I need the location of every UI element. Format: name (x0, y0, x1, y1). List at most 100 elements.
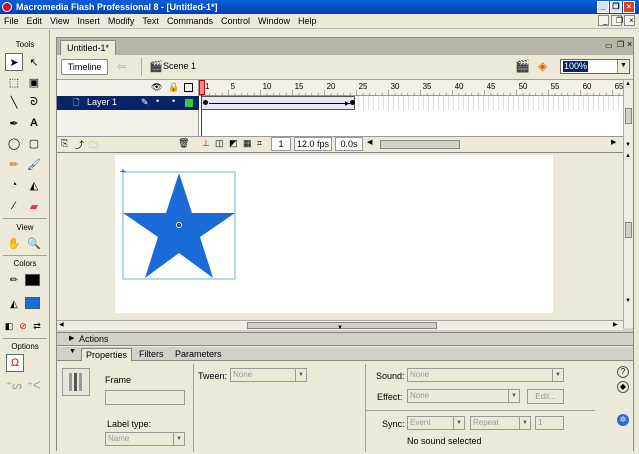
chevron-up-icon[interactable]: ▲ (625, 153, 631, 159)
ink-bottle-icon[interactable]: ◔ (5, 176, 23, 194)
collapse-arrow-icon[interactable]: ▼ (69, 348, 76, 355)
effect-select[interactable]: None ▼ (407, 389, 520, 403)
subselection-tool-icon[interactable]: ↖ (25, 53, 43, 71)
end-keyframe[interactable] (350, 100, 355, 105)
document-tab[interactable]: Untitled-1* (60, 40, 117, 55)
straighten-icon[interactable]: ⁺ᐸ (25, 376, 43, 394)
chevron-left-icon[interactable]: ◀ (59, 321, 64, 328)
doc-tile-icon[interactable]: ❐ (617, 40, 624, 49)
menu-window[interactable]: Window (254, 14, 294, 29)
doc-minimize-button[interactable]: _ (598, 15, 609, 26)
add-motion-guide-icon[interactable]: ⤴ (75, 138, 84, 151)
chevron-right-icon[interactable]: ▶ (613, 321, 618, 328)
frames-row[interactable]: ▶ (199, 96, 623, 110)
brush-tool-icon[interactable]: 🖌 (25, 155, 43, 173)
chevron-down-icon[interactable]: ▼ (625, 142, 631, 148)
minimize-button[interactable]: _ (597, 1, 609, 13)
help-icon[interactable]: ? (617, 366, 629, 378)
smooth-icon[interactable]: ⁺ᔕ (5, 376, 23, 394)
doc-close-button[interactable]: × (624, 15, 635, 26)
restore-button[interactable]: ❐ (610, 1, 622, 13)
tab-properties[interactable]: Properties (81, 348, 133, 361)
timeline-toggle-button[interactable]: Timeline (61, 59, 108, 75)
menu-edit[interactable]: Edit (23, 14, 47, 29)
line-tool-icon[interactable]: ╲ (5, 93, 23, 111)
no-color-icon[interactable]: ⊘ (17, 317, 29, 335)
selection-tool-icon[interactable]: ➤ (5, 53, 23, 71)
layer-row[interactable]: 🗋 Layer 1 ✎ • • (57, 96, 199, 110)
menu-control[interactable]: Control (217, 14, 254, 29)
back-arrow-icon[interactable]: ⇦ (117, 60, 126, 73)
panel-collapse-icon[interactable]: ▼ (337, 325, 343, 331)
sound-select[interactable]: None ▼ (407, 368, 564, 382)
text-tool-icon[interactable]: A (25, 114, 43, 132)
zoom-select[interactable]: 100% ▼ (560, 59, 630, 74)
doc-restore-icon[interactable]: ▭ (605, 41, 613, 50)
oval-tool-icon[interactable]: ◯ (5, 134, 23, 152)
onion-skin-icon[interactable]: ◫ (215, 138, 224, 149)
chevron-down-icon[interactable]: ▼ (625, 298, 631, 304)
outline-color-icon[interactable] (185, 99, 193, 107)
edit-symbols-icon[interactable]: ◈ (538, 59, 547, 73)
timeline-v-scrollbar[interactable]: ▲ ▼ (623, 80, 633, 152)
menu-help[interactable]: Help (294, 14, 321, 29)
menu-commands[interactable]: Commands (163, 14, 217, 29)
edit-scene-icon[interactable]: 🎬 (515, 59, 530, 73)
free-transform-icon[interactable]: ⬚ (5, 73, 23, 91)
stage-v-scrollbar[interactable]: ▲ ▼ (623, 152, 633, 328)
delete-layer-icon[interactable]: 🗑 (178, 138, 189, 149)
pen-tool-icon[interactable]: ✒ (5, 114, 23, 132)
zoom-tool-icon[interactable]: 🔍 (25, 234, 43, 252)
frame-label-input[interactable] (105, 390, 185, 405)
show-hide-eye-icon[interactable]: 👁 (151, 82, 162, 93)
swap-colors-icon[interactable]: ⇄ (31, 317, 43, 335)
visible-dot-icon[interactable]: • (156, 96, 159, 106)
sync-select[interactable]: Event ▼ (407, 416, 465, 430)
menu-insert[interactable]: Insert (73, 14, 104, 29)
frame-rate[interactable]: 12.0 fps (294, 137, 332, 151)
doc-close-icon[interactable]: × (627, 39, 632, 49)
scroll-right-icon[interactable]: ▶ (611, 138, 616, 146)
chevron-up-icon[interactable]: ▲ (625, 81, 631, 87)
menu-modify[interactable]: Modify (104, 14, 139, 29)
lock-dot-icon[interactable]: • (172, 96, 175, 106)
motion-tween-span[interactable]: ▶ (201, 96, 355, 110)
outline-icon[interactable] (184, 83, 193, 92)
menu-text[interactable]: Text (138, 14, 163, 29)
paint-bucket-icon[interactable]: ◭ (25, 176, 43, 194)
timeline-h-scroll-thumb[interactable] (380, 140, 460, 149)
black-white-icon[interactable]: ◧ (3, 317, 15, 335)
lasso-tool-icon[interactable]: ᘐ (25, 93, 43, 111)
stroke-color-swatch[interactable] (25, 274, 40, 286)
edit-sound-button[interactable]: Edit... (527, 389, 564, 404)
eyedropper-icon[interactable]: ⁄ (5, 197, 23, 215)
tab-parameters[interactable]: Parameters (171, 348, 226, 361)
snap-magnet-icon[interactable]: Ω (6, 354, 24, 372)
repeat-select[interactable]: Repeat ▼ (470, 416, 531, 430)
tween-select[interactable]: None ▼ (230, 368, 307, 382)
tab-filters[interactable]: Filters (135, 348, 168, 361)
menu-view[interactable]: View (46, 14, 73, 29)
star-shape[interactable] (122, 171, 236, 280)
rectangle-tool-icon[interactable]: ▢ (25, 134, 43, 152)
insert-layer-icon[interactable]: ⎘ (61, 138, 68, 149)
panel-options-icon[interactable]: ✲ (617, 414, 629, 426)
edit-in-place-icon[interactable]: ◆ (617, 381, 629, 393)
center-frame-icon[interactable]: ⊥ (202, 138, 210, 149)
fill-color-swatch[interactable] (25, 297, 40, 309)
label-type-select[interactable]: Name ▼ (105, 432, 185, 446)
eraser-tool-icon[interactable]: ▰ (25, 197, 43, 215)
pencil-tool-icon[interactable]: ✏ (5, 155, 23, 173)
lock-icon[interactable]: 🔒 (168, 82, 179, 93)
onion-outlines-icon[interactable]: ◩ (229, 138, 238, 149)
stage-v-thumb[interactable] (625, 222, 632, 238)
close-button[interactable]: × (623, 1, 635, 13)
hand-tool-icon[interactable]: ✋ (5, 234, 23, 252)
doc-restore-button[interactable]: ❐ (611, 15, 623, 26)
scroll-left-icon[interactable]: ◀ (367, 138, 372, 146)
menu-file[interactable]: File (0, 14, 23, 29)
gradient-transform-icon[interactable]: ▣ (25, 73, 43, 91)
modify-onion-markers-icon[interactable]: ⌗ (257, 138, 262, 149)
actions-panel-header[interactable]: ▶ Actions (57, 332, 633, 346)
edit-multiple-frames-icon[interactable]: ▦ (243, 138, 252, 149)
